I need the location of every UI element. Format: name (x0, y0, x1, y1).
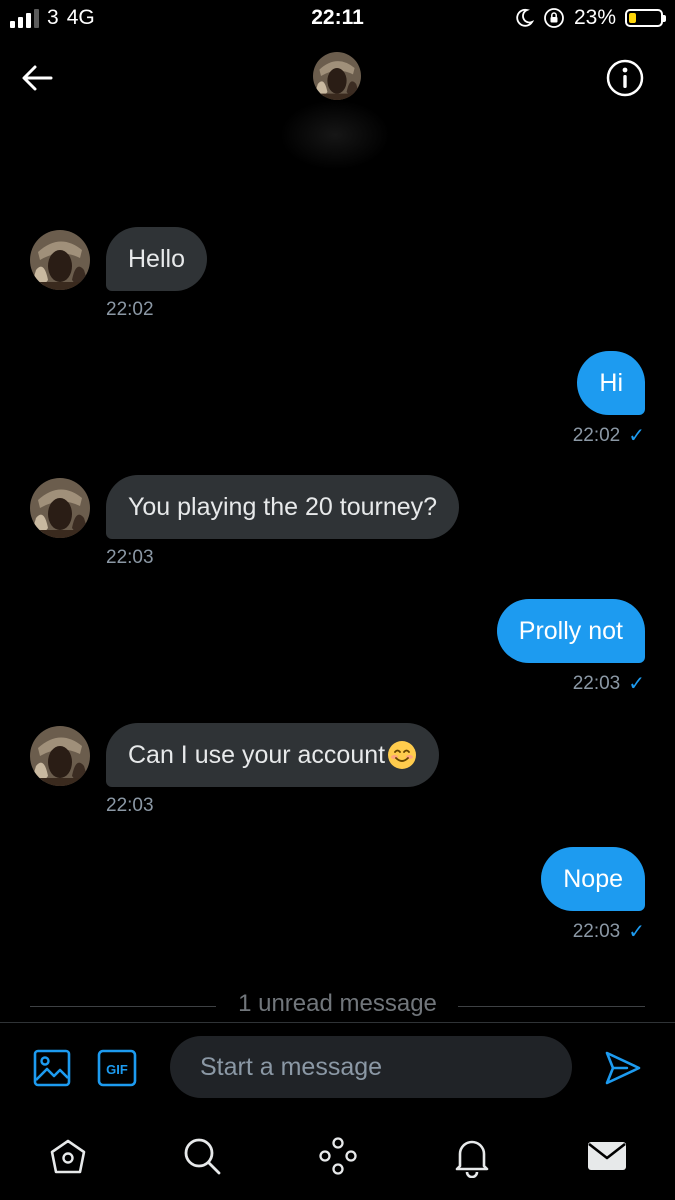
message-composer: GIF (0, 1022, 675, 1113)
nav-home[interactable] (46, 1134, 90, 1178)
nav-spaces[interactable] (316, 1134, 360, 1178)
message-meta: 22:03 ✓ (573, 671, 645, 696)
status-right: 23% (514, 6, 666, 30)
gif-label: GIF (106, 1062, 128, 1077)
message-timestamp: 22:03 (106, 547, 154, 568)
message-text: Hi (599, 368, 623, 397)
message-timestamp: 22:03 (106, 795, 154, 816)
info-button[interactable] (605, 58, 645, 98)
send-button[interactable] (603, 1048, 643, 1088)
bell-icon (455, 1140, 489, 1178)
bottom-navigation (0, 1112, 675, 1200)
envelope-icon (588, 1142, 626, 1170)
message-text: Can I use your account (128, 740, 386, 769)
status-bar: 3 4G 22:11 23% (0, 0, 675, 38)
spaces-icon (319, 1137, 357, 1175)
home-icon (50, 1139, 86, 1174)
sender-avatar[interactable] (30, 230, 90, 290)
message-timestamp: 22:03 (572, 920, 621, 942)
sent-check-icon: ✓ (628, 425, 645, 447)
avatar-image (30, 478, 90, 538)
header-name-area (280, 100, 390, 170)
sender-avatar[interactable] (30, 478, 90, 538)
incoming-message-bubble[interactable]: Can I use your account (106, 723, 440, 787)
sent-check-icon: ✓ (628, 921, 645, 943)
nav-messages[interactable] (585, 1134, 629, 1178)
outgoing-message-bubble[interactable]: Hi (577, 351, 645, 415)
moon-icon (516, 8, 534, 27)
battery-level (629, 13, 636, 23)
conversation-avatar[interactable] (313, 52, 361, 100)
outgoing-message-bubble[interactable]: Nope (541, 847, 645, 911)
message-timestamp: 22:02 (106, 299, 154, 320)
avatar-image (30, 726, 90, 786)
sender-avatar[interactable] (30, 726, 90, 786)
avatar-image (313, 52, 361, 100)
message-text: Nope (563, 864, 623, 893)
message-text: You playing the 20 tourney? (128, 492, 438, 521)
gif-icon: GIF (97, 1049, 137, 1087)
incoming-message-bubble[interactable]: Hello (106, 227, 207, 291)
battery-icon (625, 9, 666, 27)
message-text: Prolly not (518, 616, 623, 645)
incoming-message-bubble[interactable]: You playing the 20 tourney? (106, 475, 460, 539)
message-text: Hello (128, 244, 185, 273)
avatar-image (30, 230, 90, 290)
media-button[interactable] (32, 1048, 72, 1088)
message-timestamp: 22:02 (572, 424, 621, 446)
sent-check-icon: ✓ (628, 673, 645, 695)
back-button[interactable] (18, 58, 58, 98)
message-input[interactable] (170, 1036, 572, 1098)
message-meta: 22:02 ✓ (573, 423, 645, 448)
arrow-left-icon (22, 65, 53, 91)
nav-search[interactable] (180, 1134, 224, 1178)
search-icon (184, 1138, 221, 1175)
message-timestamp: 22:03 (572, 672, 621, 694)
message-meta: 22:03 ✓ (573, 919, 645, 944)
gif-button[interactable]: GIF (97, 1049, 137, 1087)
unread-divider: 1 unread message (30, 990, 645, 1022)
unread-label: 1 unread message (238, 990, 437, 1017)
rotation-lock-icon (544, 8, 564, 28)
outgoing-message-bubble[interactable]: Prolly not (496, 599, 645, 663)
send-icon (605, 1051, 641, 1085)
info-icon (606, 59, 644, 97)
battery-percent: 23% (573, 6, 616, 29)
image-icon (33, 1049, 71, 1087)
nav-notifications[interactable] (450, 1134, 494, 1178)
smiling-face-emoji-icon (388, 741, 417, 769)
